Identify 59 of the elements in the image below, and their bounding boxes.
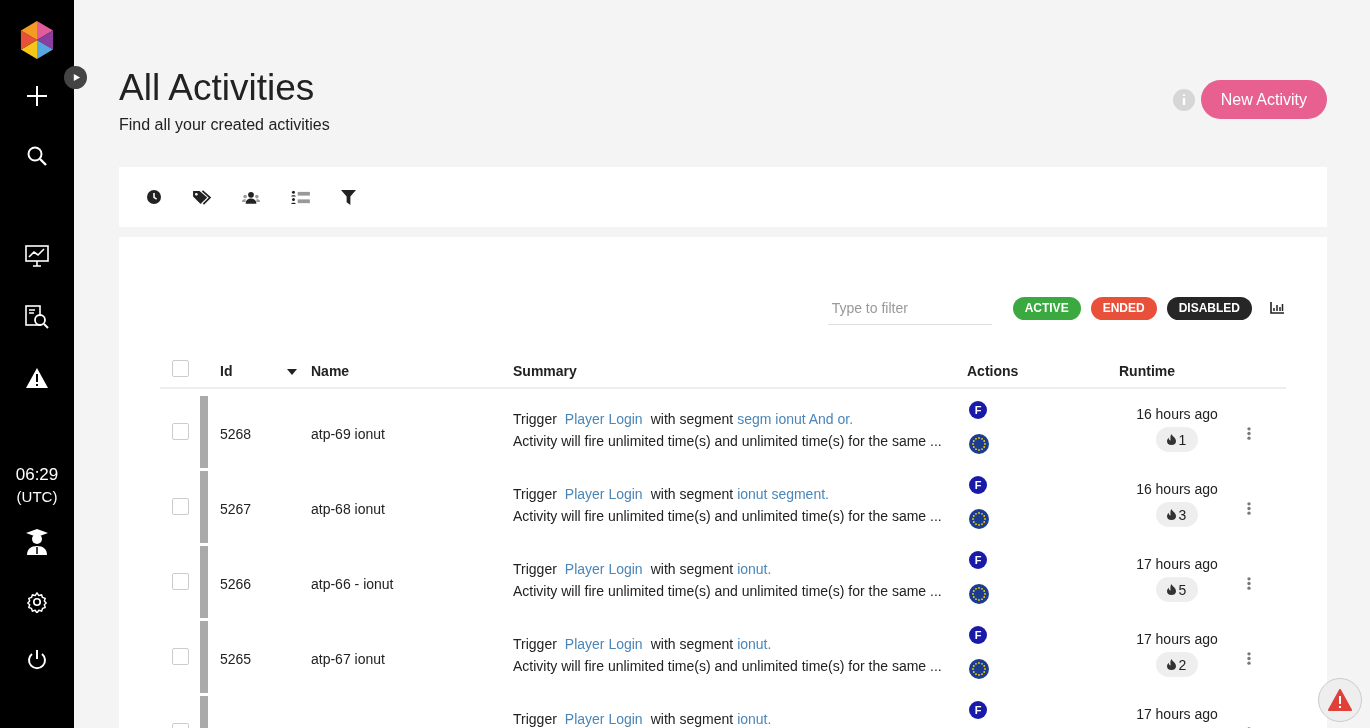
segment-link[interactable]: ionut. <box>737 560 772 577</box>
status-filter-button[interactable]: ACTIVE <box>1012 296 1081 320</box>
summary-text: Trigger <box>513 635 557 652</box>
summary-text: with segment <box>650 710 734 727</box>
runtime-text: 17 hours ago <box>1136 706 1218 722</box>
new-activity-button[interactable]: New Activity <box>1200 80 1327 119</box>
name-cell: atp-68 ionut <box>311 500 385 517</box>
column-header[interactable]: Name <box>311 363 350 379</box>
runtime-text: 17 hours ago <box>1136 556 1218 572</box>
clock-time: 06:29 <box>15 465 59 485</box>
column-header[interactable]: Summary <box>513 363 577 379</box>
summary-text: Trigger <box>513 485 557 502</box>
fire-count-badge: 5 <box>1155 577 1199 602</box>
summary-detail: Activity will fire unlimited time(s) and unlimited time(s) for the same ... <box>513 507 943 524</box>
summary-text: Trigger <box>513 710 557 727</box>
trigger-link[interactable]: Player Login <box>564 635 643 652</box>
id-cell: 5268 <box>220 425 252 442</box>
segment-link[interactable]: ionut. <box>737 710 772 727</box>
action-badge: F <box>969 626 987 644</box>
id-cell: 5266 <box>220 575 252 592</box>
id-cell: 5265 <box>220 650 252 667</box>
summary-text: with segment <box>650 560 734 577</box>
name-cell: atp-69 ionut <box>311 425 385 442</box>
runtime-text: 17 hours ago <box>1136 631 1218 647</box>
summary-detail: Activity will fire unlimited time(s) and unlimited time(s) for the same ... <box>513 582 943 599</box>
column-header[interactable]: Runtime <box>1119 363 1175 379</box>
runtime-text: 16 hours ago <box>1136 481 1218 497</box>
name-cell: atp-66 - ionut <box>311 575 394 592</box>
trigger-link[interactable]: Player Login <box>564 410 643 427</box>
runtime-text: 16 hours ago <box>1136 406 1218 422</box>
summary-text: with segment <box>650 485 734 502</box>
fire-count-badge: 1 <box>1155 427 1199 452</box>
trigger-link[interactable]: Player Login <box>564 560 643 577</box>
summary-text: Trigger <box>513 560 557 577</box>
action-badge: F <box>969 401 987 419</box>
status-filter-button[interactable]: ENDED <box>1090 296 1157 320</box>
timezone-label: (UTC) <box>16 488 58 505</box>
fire-count-badge: 2 <box>1155 652 1199 677</box>
page-title: All Activities <box>119 68 316 108</box>
segment-link[interactable]: ionut segment. <box>737 485 829 502</box>
fire-count-badge: 3 <box>1155 502 1199 527</box>
summary-text: Trigger <box>513 410 557 427</box>
action-badge: F <box>969 701 987 719</box>
summary-text: with segment <box>650 635 734 652</box>
summary-detail: Activity will fire unlimited time(s) and unlimited time(s) for the same ... <box>513 657 943 674</box>
summary-detail: Activity will fire unlimited time(s) and unlimited time(s) for the same ... <box>513 432 943 449</box>
status-filter-button[interactable]: DISABLED <box>1166 296 1252 320</box>
segment-link[interactable]: ionut. <box>737 635 772 652</box>
trigger-link[interactable]: Player Login <box>564 485 643 502</box>
summary-text: with segment <box>650 410 734 427</box>
column-header[interactable]: Actions <box>967 363 1019 379</box>
segment-link[interactable]: segm ionut And or. <box>737 410 854 427</box>
column-header[interactable]: Id <box>220 363 233 379</box>
trigger-link[interactable]: Player Login <box>564 710 643 727</box>
id-cell: 5267 <box>220 500 252 517</box>
page-subtitle: Find all your created activities <box>119 116 330 134</box>
action-badge: F <box>969 551 987 569</box>
action-badge: F <box>969 476 987 494</box>
name-cell: atp-67 ionut <box>311 650 385 667</box>
